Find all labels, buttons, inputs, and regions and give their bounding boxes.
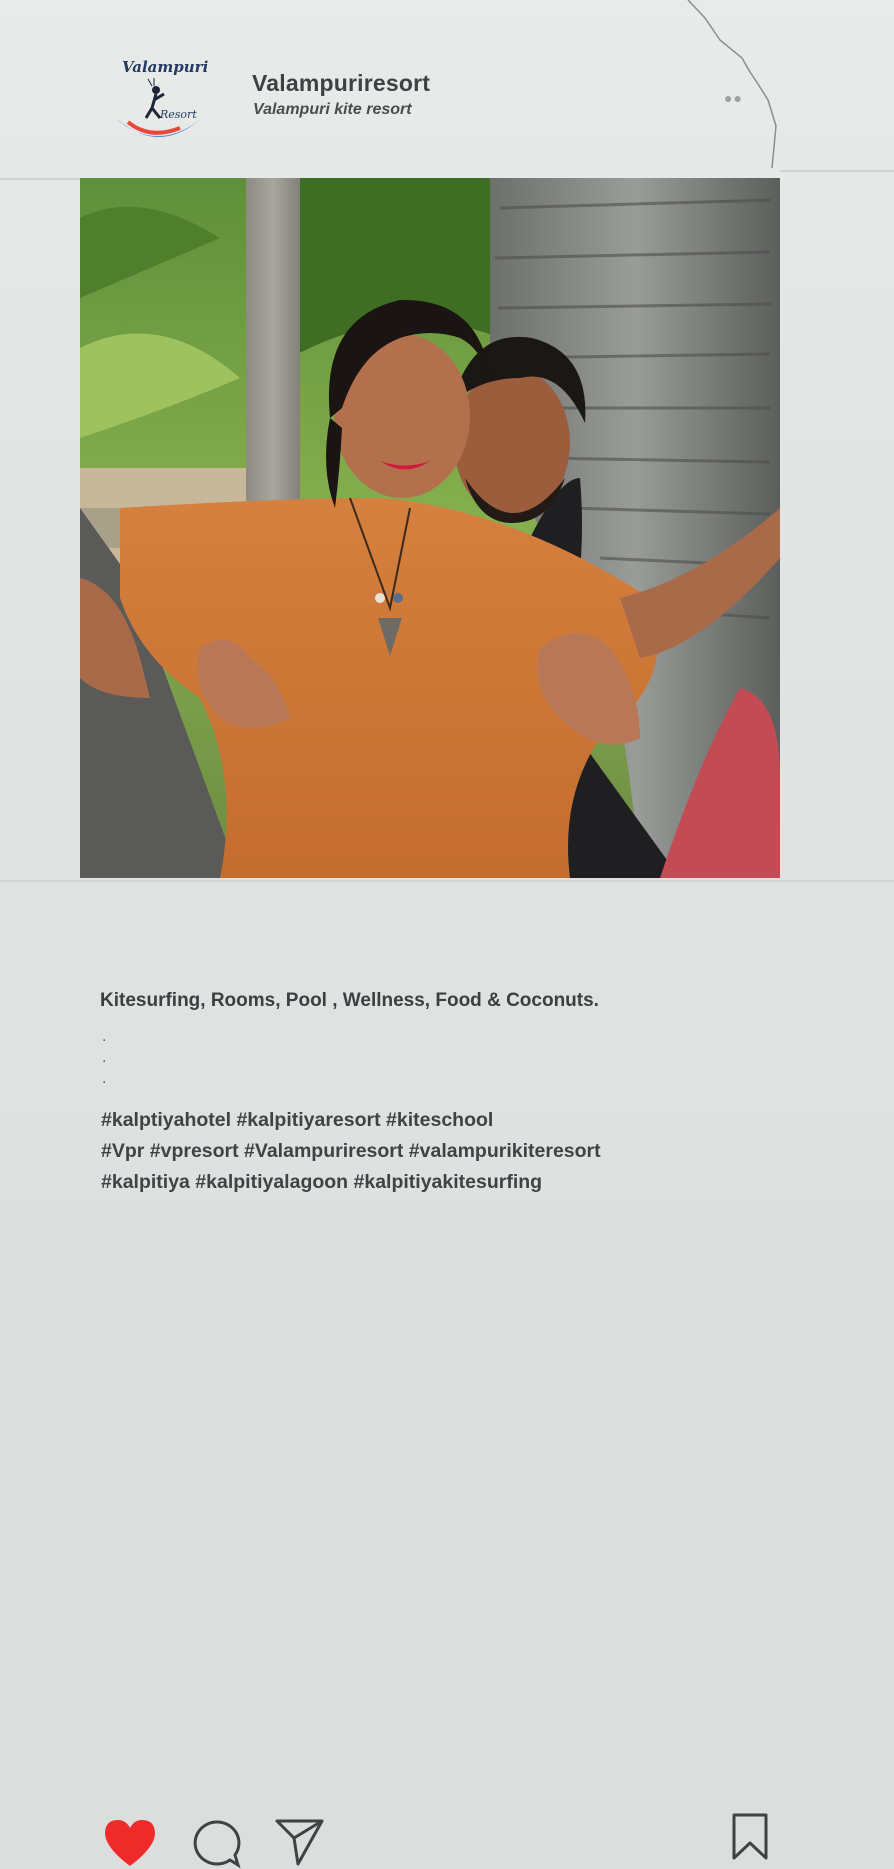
hashtag-line[interactable]: #kalpitiya #kalpitiyalagoon #kalpitiyaki…: [101, 1167, 601, 1198]
send-icon[interactable]: [274, 1816, 326, 1868]
logo-subtitle: Resort: [160, 108, 197, 121]
comment-icon[interactable]: [190, 1819, 242, 1869]
couple-photo-illustration: [80, 178, 780, 878]
heart-icon[interactable]: [102, 1818, 158, 1868]
hashtag-line[interactable]: #kalptiyahotel #kalpitiyaresort #kitesch…: [101, 1105, 601, 1136]
post-header: Valampuri Resort Valampuriresort Valampu…: [0, 0, 894, 180]
caption-dot: .: [102, 1028, 107, 1045]
caption-spacer-dots: . . .: [102, 1026, 106, 1089]
resort-logo[interactable]: Valampuri Resort: [110, 58, 215, 148]
more-options-icon[interactable]: ●●: [724, 90, 743, 106]
post-caption: Kitesurfing, Rooms, Pool , Wellness, Foo…: [100, 990, 599, 1011]
post-photo[interactable]: [80, 178, 780, 878]
logo-title: Valampuri: [122, 58, 209, 76]
board-seam: [0, 880, 894, 882]
caption-dot: .: [102, 1070, 107, 1087]
hashtag-line[interactable]: #Vpr #vpresort #Valampuriresort #valampu…: [101, 1136, 601, 1167]
caption-dot: .: [102, 1049, 107, 1066]
hashtag-block: #kalptiyahotel #kalpitiyaresort #kitesch…: [101, 1105, 601, 1198]
account-name[interactable]: Valampuriresort: [252, 70, 430, 97]
bookmark-icon[interactable]: [730, 1812, 770, 1862]
account-subtitle: Valampuri kite resort: [253, 101, 412, 118]
post-actions: [0, 900, 894, 1869]
